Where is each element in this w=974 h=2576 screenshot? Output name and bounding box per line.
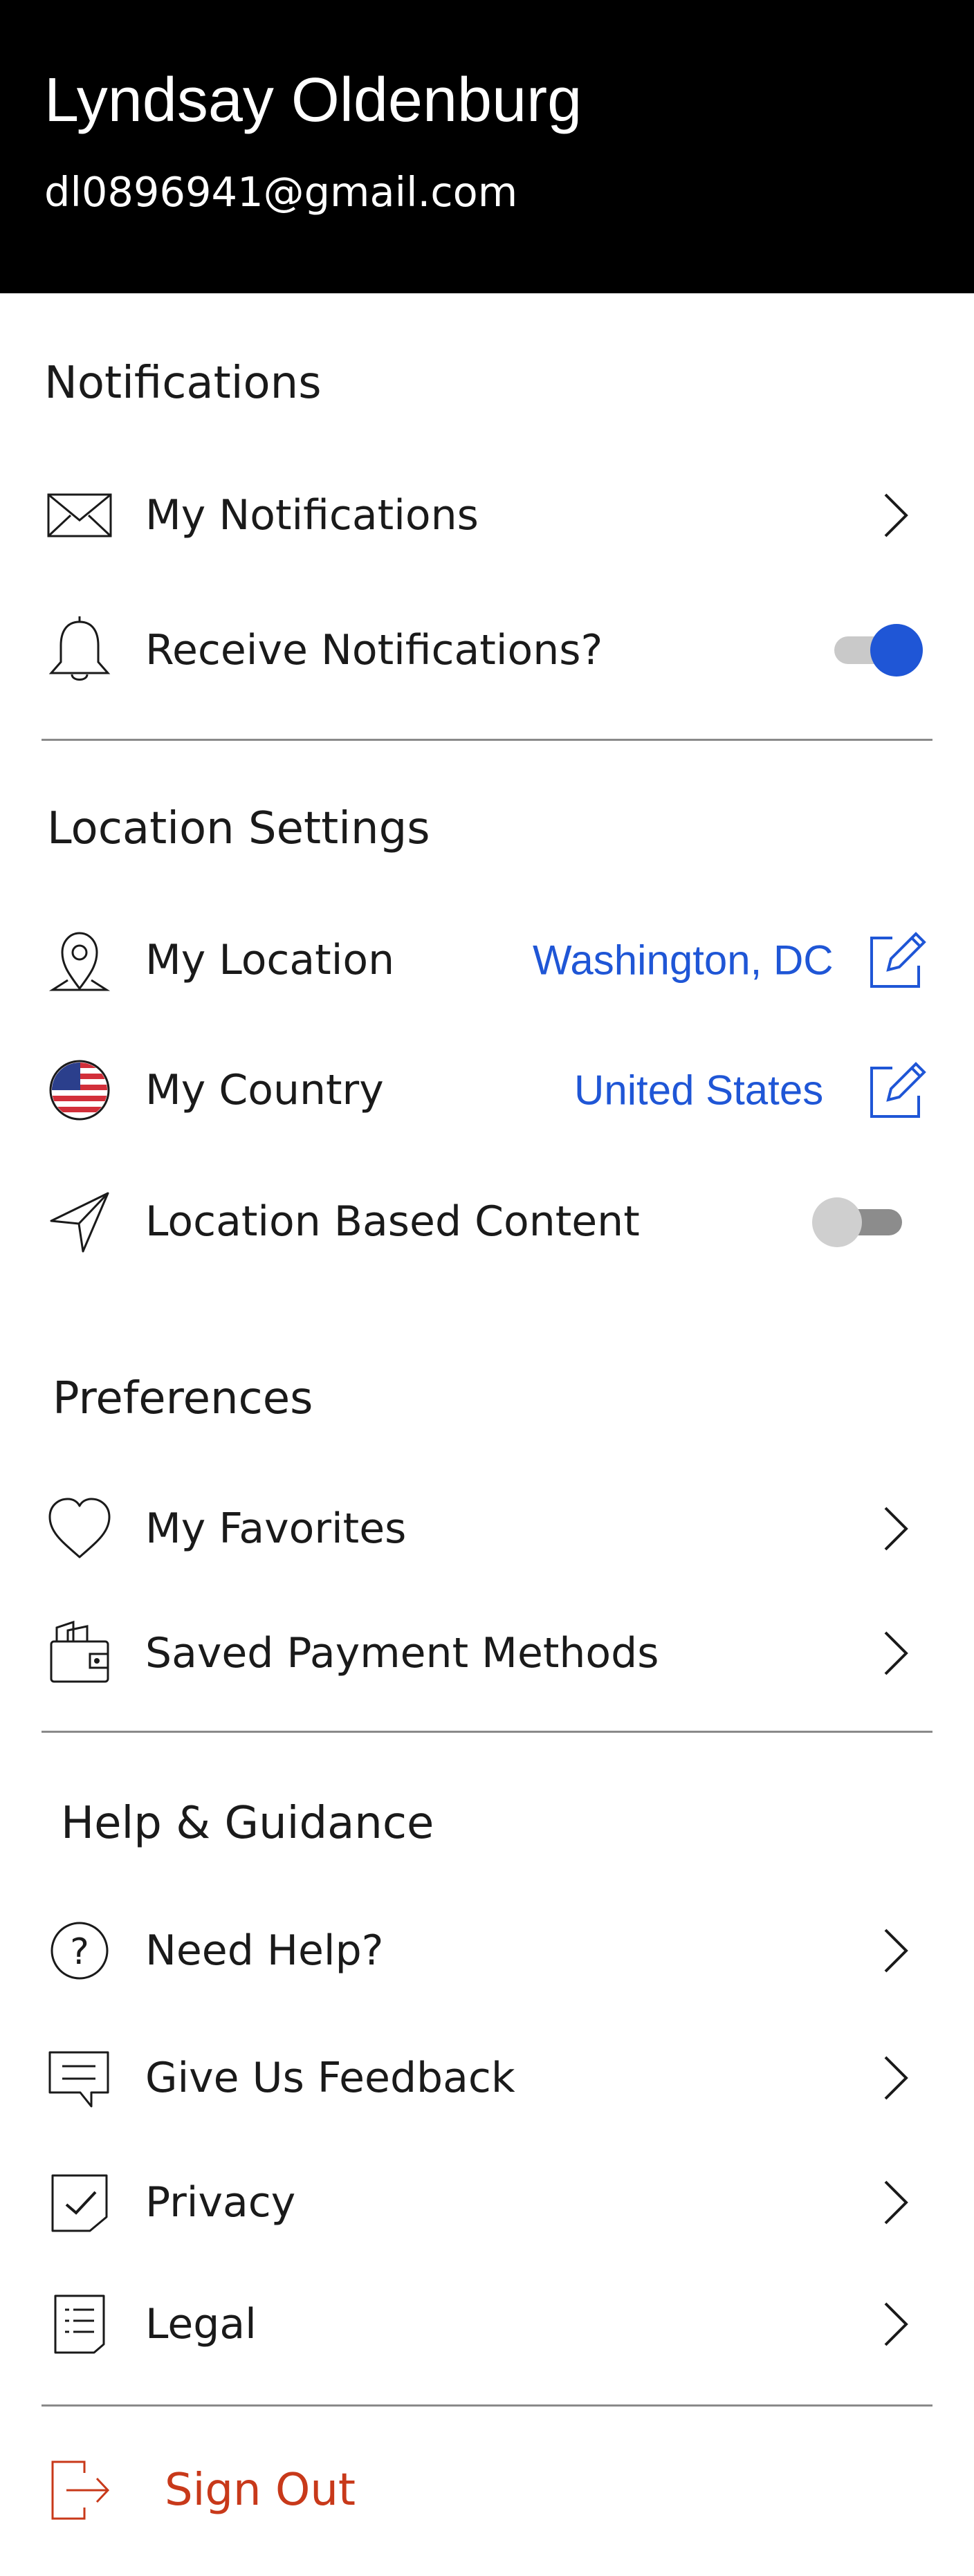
profile-header: Lyndsay Oldenburg dl0896941@gmail.com [0, 0, 974, 293]
divider [42, 2404, 932, 2407]
location-based-content-toggle[interactable] [809, 1194, 906, 1251]
chevron-right-icon[interactable] [873, 2299, 915, 2349]
my-country-label: My Country [145, 1066, 384, 1114]
chevron-right-icon[interactable] [873, 1504, 915, 1554]
bell-icon [42, 612, 118, 688]
location-based-content-label: Location Based Content [145, 1197, 640, 1246]
sign-out-label: Sign Out [165, 2465, 356, 2516]
section-title-notifications: Notifications [44, 358, 322, 409]
shield-check-icon [42, 2164, 118, 2241]
give-feedback-row[interactable]: Give Us Feedback [0, 2023, 974, 2133]
envelope-icon [42, 477, 118, 553]
chevron-right-icon[interactable] [873, 1628, 915, 1678]
my-notifications-label: My Notifications [145, 491, 479, 540]
section-title-preferences: Preferences [53, 1373, 313, 1424]
legal-label: Legal [145, 2300, 257, 2348]
edit-location-icon[interactable] [865, 928, 928, 992]
my-location-label: My Location [145, 936, 395, 984]
chevron-right-icon[interactable] [873, 1926, 915, 1976]
divider [42, 1731, 932, 1733]
wallet-icon [42, 1615, 118, 1691]
my-location-row: My Location Washington, DC [0, 905, 974, 1015]
sign-out-row[interactable]: Sign Out [0, 2435, 974, 2546]
my-country-value[interactable]: United States [574, 1067, 823, 1114]
receive-notifications-toggle[interactable] [833, 621, 926, 679]
divider [42, 739, 932, 741]
receive-notifications-label: Receive Notifications? [145, 626, 603, 674]
legal-row[interactable]: Legal [0, 2269, 974, 2380]
section-title-location: Location Settings [47, 803, 430, 854]
need-help-label: Need Help? [145, 1926, 384, 1975]
map-pin-icon [42, 922, 118, 998]
edit-country-icon[interactable] [865, 1058, 928, 1122]
my-favorites-row[interactable]: My Favorites [0, 1473, 974, 1584]
chevron-right-icon[interactable] [873, 490, 915, 540]
navigation-arrow-icon [42, 1184, 118, 1260]
chevron-right-icon[interactable] [873, 2178, 915, 2227]
sign-out-icon [42, 2452, 118, 2528]
svg-text:?: ? [70, 1931, 89, 1973]
document-list-icon [42, 2286, 118, 2362]
chat-icon [42, 2040, 118, 2116]
saved-payment-methods-row[interactable]: Saved Payment Methods [0, 1598, 974, 1709]
saved-payment-methods-label: Saved Payment Methods [145, 1629, 659, 1677]
privacy-label: Privacy [145, 2178, 296, 2227]
us-flag-icon [42, 1052, 118, 1128]
section-title-help: Help & Guidance [61, 1798, 434, 1849]
question-icon: ? [42, 1913, 118, 1989]
profile-name: Lyndsay Oldenburg [44, 66, 582, 135]
my-country-row: My Country United States [0, 1035, 974, 1146]
my-favorites-label: My Favorites [145, 1505, 407, 1553]
privacy-row[interactable]: Privacy [0, 2147, 974, 2258]
chevron-right-icon[interactable] [873, 2053, 915, 2103]
my-location-value[interactable]: Washington, DC [533, 937, 834, 984]
need-help-row[interactable]: ? Need Help? [0, 1895, 974, 2006]
location-based-content-row: Location Based Content [0, 1166, 974, 1277]
give-feedback-label: Give Us Feedback [145, 2054, 515, 2102]
receive-notifications-row: Receive Notifications? [0, 595, 974, 706]
heart-icon [42, 1491, 118, 1567]
profile-email: dl0896941@gmail.com [44, 168, 518, 216]
my-notifications-row[interactable]: My Notifications [0, 460, 974, 571]
